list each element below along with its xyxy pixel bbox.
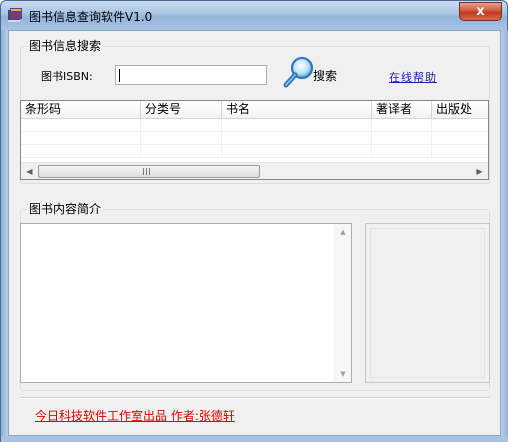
- client-area: 图书信息搜索 图书ISBN: 搜索 在线帮助 条形码 分类号 书名 著译者 出版…: [8, 30, 501, 436]
- close-button[interactable]: x: [459, 2, 502, 21]
- window-frame-right: [501, 30, 508, 442]
- title-bar[interactable]: 图书信息查询软件V1.0 x: [1, 1, 507, 30]
- table-row: [21, 132, 488, 145]
- book-description-textarea[interactable]: ▲ ▼: [20, 223, 352, 383]
- footer-divider: [20, 397, 490, 399]
- scrollbar-thumb[interactable]: [38, 165, 260, 178]
- content-group-title: 图书内容简介: [27, 202, 104, 217]
- column-header-barcode[interactable]: 条形码: [21, 101, 141, 119]
- text-caret: [119, 69, 120, 82]
- window-title: 图书信息查询软件V1.0: [29, 10, 153, 24]
- table-body: [21, 119, 488, 158]
- search-icon[interactable]: [282, 55, 316, 89]
- credit-link[interactable]: 今日科技软件工作室出品 作者:张德轩: [35, 407, 235, 424]
- column-header-publisher[interactable]: 出版处: [432, 101, 488, 119]
- table-row: [21, 145, 488, 158]
- horizontal-scrollbar[interactable]: ◀ ▶: [21, 162, 488, 179]
- cover-image-placeholder: [370, 228, 485, 378]
- column-header-author[interactable]: 著译者: [372, 101, 432, 119]
- online-help-link[interactable]: 在线帮助: [389, 69, 437, 85]
- search-group-title: 图书信息搜索: [27, 39, 104, 54]
- table-row: [21, 119, 488, 132]
- vertical-scrollbar[interactable]: ▲ ▼: [334, 224, 351, 382]
- scroll-down-arrow-icon[interactable]: ▼: [335, 366, 351, 382]
- book-app-icon: [7, 8, 23, 23]
- close-icon: x: [476, 4, 485, 19]
- column-header-class-number[interactable]: 分类号: [141, 101, 222, 119]
- scroll-grip-icon: [143, 168, 152, 175]
- isbn-label: 图书ISBN:: [41, 70, 93, 83]
- app-window: 图书信息查询软件V1.0 x 图书信息搜索 图书ISBN: 搜索 在线帮助 条形…: [0, 0, 508, 442]
- scroll-right-arrow-icon[interactable]: ▶: [471, 163, 488, 179]
- search-button-label[interactable]: 搜索: [313, 67, 337, 84]
- column-header-title[interactable]: 书名: [222, 101, 372, 119]
- window-frame-bottom: [1, 436, 508, 442]
- table-header: 条形码 分类号 书名 著译者 出版处: [21, 101, 488, 119]
- scroll-left-arrow-icon[interactable]: ◀: [21, 163, 38, 179]
- book-cover-image-frame: [365, 223, 490, 383]
- window-frame-left: [1, 30, 8, 442]
- isbn-input[interactable]: [115, 65, 267, 85]
- scroll-up-arrow-icon[interactable]: ▲: [335, 224, 351, 240]
- book-list-table[interactable]: 条形码 分类号 书名 著译者 出版处 ◀ ▶: [20, 100, 489, 180]
